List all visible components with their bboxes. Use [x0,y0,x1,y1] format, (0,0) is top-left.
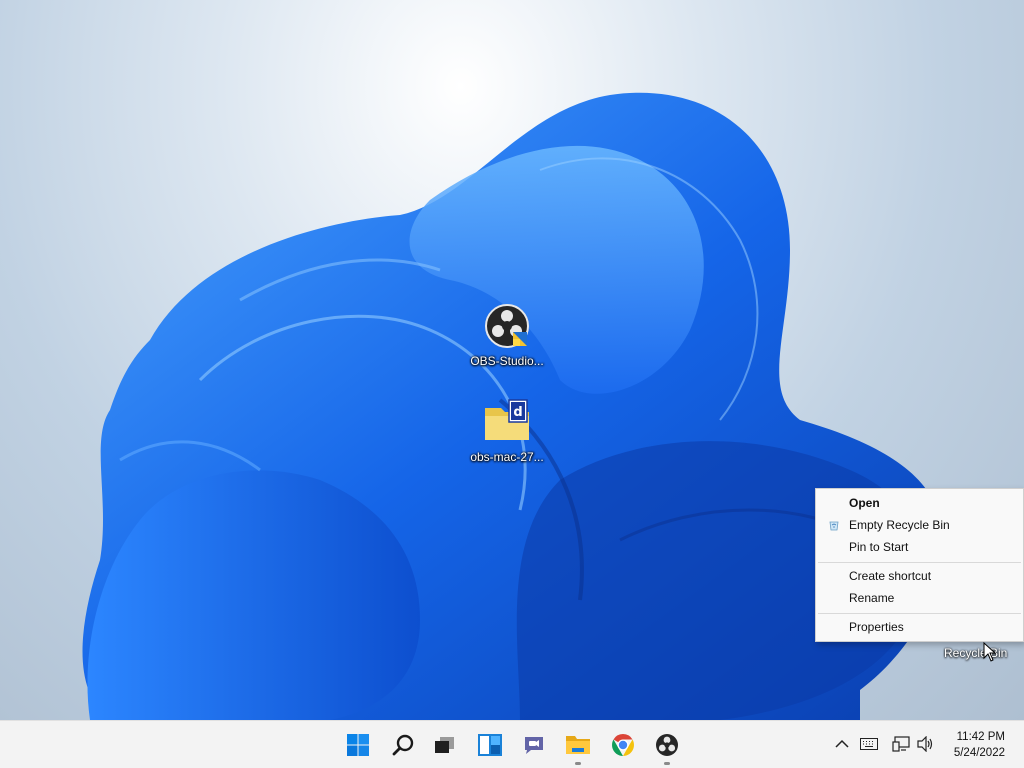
obs-studio-icon [483,302,531,350]
file-explorer-icon [566,736,590,754]
obs-icon [656,734,678,756]
menu-item-label: Empty Recycle Bin [849,518,950,532]
show-desktop-button[interactable] [1018,721,1024,768]
menu-item-properties[interactable]: Properties [816,616,1023,638]
clock[interactable]: 11:42 PM 5/24/2022 [954,729,1005,761]
clock-date: 5/24/2022 [953,747,1005,759]
menu-item-empty-recycle-bin[interactable]: Empty Recycle Bin [816,514,1023,536]
context-menu: Open Empty Recycle Bin Pin to Start Crea… [815,488,1024,642]
volume-icon [917,736,933,752]
volume-button[interactable] [915,733,937,755]
start-icon [347,734,369,756]
chrome-icon [612,734,634,756]
svg-text:d: d [513,405,522,420]
network-icon [892,736,910,752]
input-indicator-button[interactable] [858,733,880,755]
desktop-icon-label: obs-mac-27... [470,450,544,464]
recycle-bin-label[interactable]: Recycle Bin [944,646,1007,660]
clock-time: 11:42 PM [956,731,1005,743]
desktop-icon-obs-studio[interactable]: OBS-Studio... [465,302,549,368]
menu-item-open[interactable]: Open [816,492,1023,514]
search-icon [392,734,414,756]
start-button[interactable] [342,729,374,761]
search-button[interactable] [387,729,419,761]
running-indicator [664,762,670,765]
widgets-icon [478,734,502,756]
file-explorer-button[interactable] [562,729,594,765]
desktop-icon-obs-mac-zip[interactable]: d obs-mac-27... [465,398,549,464]
menu-item-rename[interactable]: Rename [816,587,1023,609]
menu-separator [818,613,1021,614]
widgets-button[interactable] [474,729,506,761]
keyboard-icon [860,738,878,750]
desktop[interactable]: OBS-Studio... d obs-mac-27... Recycle Bi… [0,0,1024,720]
taskbar: 11:42 PM 5/24/2022 [0,720,1024,768]
recycle-bin-small-icon [829,521,839,531]
task-view-button[interactable] [428,729,460,761]
desktop-icon-label: OBS-Studio... [470,354,544,368]
task-view-icon [435,737,454,753]
chevron-up-icon [835,739,849,748]
show-hidden-icons-button[interactable] [831,733,853,755]
zip-folder-icon: d [483,398,531,446]
network-button[interactable] [890,733,912,755]
chat-button[interactable] [518,729,550,761]
obs-taskbar-button[interactable] [651,729,683,765]
chat-icon [525,737,543,754]
running-indicator [575,762,581,765]
menu-item-create-shortcut[interactable]: Create shortcut [816,565,1023,587]
mouse-cursor-icon [983,642,997,662]
chrome-button[interactable] [607,729,639,761]
menu-item-pin-to-start[interactable]: Pin to Start [816,536,1023,558]
menu-separator [818,562,1021,563]
